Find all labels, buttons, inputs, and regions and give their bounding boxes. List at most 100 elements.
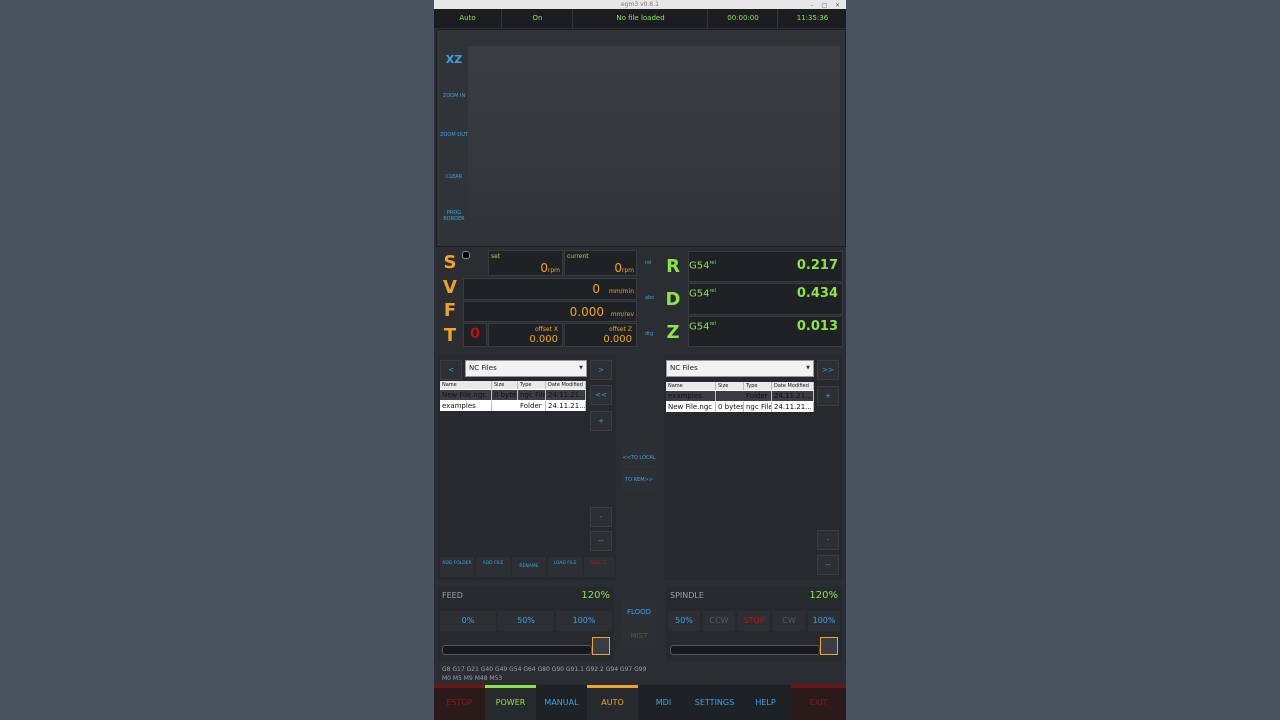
header-type[interactable]: Type bbox=[518, 381, 546, 389]
remote-scroll-down-button[interactable]: -- bbox=[817, 555, 839, 575]
tool-cell: 0 bbox=[463, 323, 487, 347]
tab-exit[interactable]: EXIT bbox=[791, 685, 846, 720]
dro-mode-dtg[interactable]: dtg bbox=[645, 331, 653, 337]
dro-mode-abs[interactable]: abs bbox=[645, 295, 654, 301]
wcs-label: G54 bbox=[689, 288, 710, 300]
mm-rev-unit: mm/rev bbox=[610, 311, 634, 318]
spindle-slider-track[interactable] bbox=[670, 645, 820, 655]
current-label: current bbox=[567, 253, 589, 260]
spindle-ccw-button[interactable]: CCW bbox=[703, 611, 735, 631]
axis-value-r: 0.217 bbox=[796, 258, 838, 273]
local-folder-select[interactable]: NC Files ▼ bbox=[465, 360, 587, 377]
nav-back-button[interactable]: < bbox=[440, 360, 462, 380]
feed-100-button[interactable]: 100% bbox=[556, 611, 612, 631]
remote-scroll-up-button[interactable]: - bbox=[817, 530, 839, 550]
offset-x-cell: offset X 0.000 bbox=[488, 323, 563, 347]
tab-estop[interactable]: ESTOP bbox=[434, 685, 485, 720]
header-date[interactable]: Date Modified bbox=[546, 381, 586, 389]
spindle-panel: S set 0 rpm current 0 rpm V 0 mm/min F 0… bbox=[436, 248, 639, 348]
zoom-out-button[interactable]: ZOOM OUT bbox=[439, 132, 469, 138]
zoom-in-button[interactable]: ZOOM IN bbox=[439, 93, 469, 99]
spindle-current-cell: current 0 rpm bbox=[564, 250, 637, 276]
header-name[interactable]: Name bbox=[440, 381, 492, 389]
tab-settings[interactable]: SETTINGS bbox=[689, 685, 740, 720]
v-letter: V bbox=[443, 277, 457, 298]
tab-mdi[interactable]: MDI bbox=[638, 685, 689, 720]
remote-select-all-button[interactable]: + bbox=[817, 386, 839, 406]
tab-auto[interactable]: AUTO bbox=[587, 685, 638, 720]
flood-button[interactable]: FLOOD bbox=[622, 600, 656, 624]
feed-50-button[interactable]: 50% bbox=[498, 611, 554, 631]
dro-mode-rel[interactable]: rel bbox=[645, 260, 651, 266]
local-table-header: Name Size Type Date Modified bbox=[440, 381, 586, 389]
s-letter: S bbox=[443, 252, 457, 273]
header-type[interactable]: Type bbox=[744, 382, 772, 390]
axis-value-d: 0.434 bbox=[796, 286, 838, 301]
tab-power[interactable]: POWER bbox=[485, 685, 536, 720]
tab-label: AUTO bbox=[601, 698, 624, 707]
view-xz-button[interactable]: XZ bbox=[439, 53, 469, 66]
remote-folder-select[interactable]: NC Files ▼ bbox=[666, 360, 814, 377]
chevron-down-icon: ▼ bbox=[806, 365, 810, 371]
mist-button[interactable]: MIST bbox=[622, 626, 656, 646]
tab-label: ESTOP bbox=[446, 698, 473, 707]
table-row[interactable]: examples Folder 24.11.21... bbox=[666, 391, 814, 401]
header-size[interactable]: Size bbox=[492, 381, 518, 389]
status-file: No file loaded bbox=[572, 9, 708, 28]
main-tab-bar: ESTOP POWER MANUAL AUTO MDI SETTINGS HEL… bbox=[434, 685, 846, 720]
header-name[interactable]: Name bbox=[666, 382, 716, 390]
spindle-set-value: 0 bbox=[540, 261, 548, 275]
scroll-up-button[interactable]: - bbox=[590, 507, 612, 527]
spindle-cw-button[interactable]: CW bbox=[773, 611, 805, 631]
header-size[interactable]: Size bbox=[716, 382, 744, 390]
spindle-percent: 120% bbox=[809, 590, 838, 601]
status-clock: 11:35:36 bbox=[777, 9, 846, 28]
tab-manual[interactable]: MANUAL bbox=[536, 685, 587, 720]
wcs-label: G54 bbox=[689, 321, 710, 333]
nav-up-button[interactable]: << bbox=[590, 385, 612, 405]
tab-help[interactable]: HELP bbox=[740, 685, 791, 720]
delete-button[interactable]: DELETE bbox=[584, 557, 614, 577]
axis-wcs-d: G54rel bbox=[689, 288, 716, 299]
nav-forward-button[interactable]: > bbox=[590, 360, 612, 380]
to-local-button[interactable]: <<TO LOCAL bbox=[622, 448, 656, 468]
scroll-down-button[interactable]: -- bbox=[590, 531, 612, 551]
spindle-slider-handle[interactable] bbox=[820, 637, 838, 655]
spindle-50-button[interactable]: 50% bbox=[668, 611, 700, 631]
axis-letter-r: R bbox=[666, 256, 680, 277]
select-all-button[interactable]: + bbox=[590, 411, 612, 431]
feed-slider-handle[interactable] bbox=[592, 637, 610, 655]
active-mcodes-line: M0 M5 M9 M48 M53 bbox=[442, 675, 503, 682]
spindle-stop-button[interactable]: STOP bbox=[738, 611, 770, 631]
file-name: examples bbox=[440, 401, 492, 411]
table-row[interactable]: New File.ngc 0 bytes ngc File 24.11.21..… bbox=[440, 390, 586, 400]
to-remote-button[interactable]: TO REM>> bbox=[622, 470, 656, 490]
add-file-button[interactable]: ADD FILE bbox=[476, 557, 510, 577]
add-folder-button[interactable]: ADD FOLDER bbox=[440, 557, 474, 577]
axis-letter-d: D bbox=[665, 289, 681, 310]
app-window: egm3 v0.6.1 – □ ✕ Auto On No file loaded… bbox=[434, 0, 846, 720]
clear-button[interactable]: CLEAR bbox=[439, 174, 469, 180]
chevron-down-icon: ▼ bbox=[579, 365, 583, 371]
f-letter: F bbox=[443, 300, 457, 321]
header-date[interactable]: Date Modified bbox=[772, 382, 814, 390]
axis-wcs-r: G54rel bbox=[689, 260, 716, 271]
feed-percent: 120% bbox=[581, 590, 610, 601]
prog-border-button[interactable]: PROG BORDER bbox=[439, 210, 469, 222]
remote-forward-button[interactable]: >> bbox=[817, 360, 839, 380]
status-mode: Auto bbox=[459, 14, 476, 22]
spindle-100-button[interactable]: 100% bbox=[808, 611, 840, 631]
table-row[interactable]: New File.ngc 0 bytes ngc File 24.11.21..… bbox=[666, 402, 814, 412]
active-gcodes: G8 G17 G21 G40 G49 G54 G64 G80 G90 G91.1… bbox=[442, 665, 842, 683]
spindle-current-value: 0 bbox=[614, 261, 622, 275]
feed-0-button[interactable]: 0% bbox=[440, 611, 496, 631]
window-title: egm3 v0.6.1 bbox=[621, 1, 659, 8]
table-row[interactable]: examples Folder 24.11.21... bbox=[440, 401, 586, 411]
tab-indicator bbox=[485, 685, 536, 688]
rename-button[interactable]: RENAME bbox=[512, 557, 546, 577]
load-file-button[interactable]: LOAD FILE bbox=[548, 557, 582, 577]
status-power: On bbox=[501, 9, 573, 28]
preview-canvas[interactable] bbox=[468, 46, 840, 242]
feed-slider-track[interactable] bbox=[442, 645, 592, 655]
set-label: set bbox=[491, 253, 501, 260]
